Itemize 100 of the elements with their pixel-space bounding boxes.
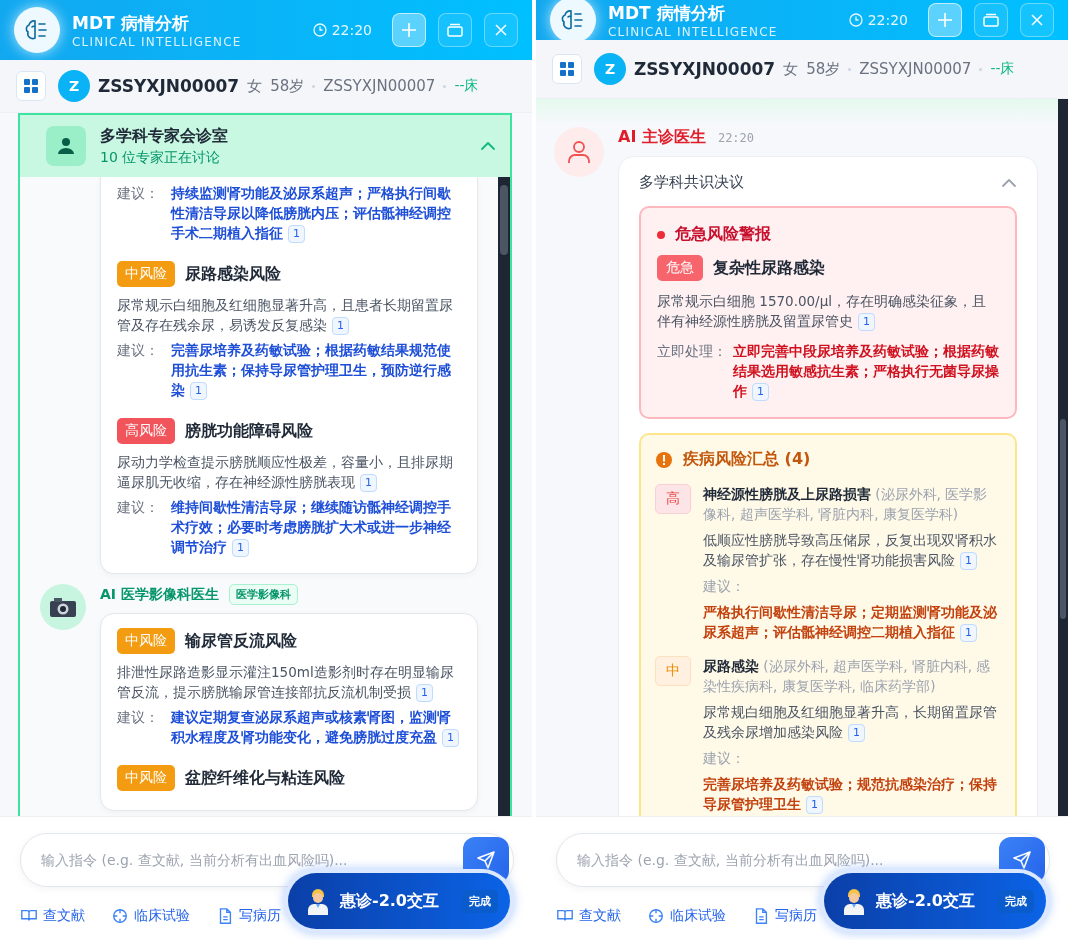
status-tag: 完成 <box>998 889 1034 913</box>
crosshair-icon <box>647 907 665 925</box>
citation-badge[interactable]: 1 <box>806 796 823 814</box>
action-text: 立即完善中段尿培养及药敏试验；根据药敏结果选用敏感抗生素；严格执行无菌导尿操作 1 <box>733 342 999 401</box>
risk-level-tag: 中风险 <box>117 765 175 791</box>
citation-badge[interactable]: 1 <box>190 382 207 400</box>
risk-description: 尿常规示白细胞 1570.00/μl，存在明确感染征象，且伴有神经源性膀胱及留置尿管史 1 <box>657 292 987 331</box>
risk-title: 复杂性尿路感染 <box>713 257 825 279</box>
citation-badge[interactable]: 1 <box>960 552 977 570</box>
patient-gender: 女 <box>247 76 263 96</box>
room-title: 多学科专家会诊室 <box>100 125 229 147</box>
grid-menu-button[interactable] <box>552 54 582 84</box>
risk-level-tag: 中风险 <box>117 261 175 287</box>
citation-badge[interactable]: 1 <box>360 474 377 492</box>
close-icon <box>493 22 509 38</box>
doctor-figure-icon <box>842 887 866 915</box>
advice-label: 建议： <box>117 708 160 727</box>
room-status: 10 位专家正在讨论 <box>100 148 222 167</box>
doctor-name: AI 医学影像科医生 <box>100 585 219 604</box>
tool-link[interactable]: 查文献 <box>20 907 85 925</box>
advice-text: 完善尿培养及药敏试验；规范抗感染治疗；保持导尿管护理卫生 1 <box>703 775 998 814</box>
close-button[interactable] <box>1020 3 1054 37</box>
window-icon <box>982 12 1000 28</box>
clock-icon <box>312 23 327 37</box>
record-number: ZSSYXJN00007 <box>859 60 972 78</box>
advice-text: 持续监测肾功能及泌尿系超声；严格执行间歇性清洁导尿以降低膀胱内压；评估骶神经调控手术二期植入指征 1 <box>171 184 452 243</box>
chevron-up-icon[interactable] <box>1001 177 1017 188</box>
patient-avatar: Z <box>58 70 90 102</box>
risk-title: 膀胱功能障碍风险 <box>185 420 313 442</box>
close-button[interactable] <box>484 13 518 47</box>
patient-avatar: Z <box>594 53 626 85</box>
close-icon <box>1029 12 1045 28</box>
advice-text: 完善尿培养及药敏试验；根据药敏结果规范使用抗生素；保持导尿管护理卫生，预防逆行感染 1 <box>171 341 452 400</box>
camera-icon <box>40 584 86 630</box>
advice-text: 维持间歇性清洁导尿；继续随访骶神经调控手术疗效；必要时考虑膀胱扩大术或进一步神经调节治疗 1 <box>171 498 452 557</box>
risk-title: 盆腔纤维化与粘连风险 <box>185 767 345 789</box>
clock-icon <box>848 13 863 27</box>
summary-title: 疾病风险汇总 (4) <box>683 449 811 470</box>
citation-badge[interactable]: 1 <box>442 729 459 747</box>
advice-text: 建议定期复查泌尿系超声或核素肾图，监测肾积水程度及肾功能变化，避免膀胱过度充盈 1 <box>171 707 463 747</box>
patient-gender: 女 <box>783 59 799 79</box>
risk-description: 排泄性尿路造影显示灌注150ml造影剂时存在明显输尿管反流，提示膀胱输尿管连接部抗反流机制受损 1 <box>117 663 455 702</box>
risk-description: 尿常规白细胞及红细胞显著升高，长期留置尿管及残余尿增加感染风险 1 <box>703 703 998 742</box>
action-label: 立即处理： <box>657 342 727 361</box>
citation-badge[interactable]: 1 <box>752 383 769 401</box>
brain-icon <box>14 7 60 53</box>
advice-label: 建议： <box>703 577 746 596</box>
tool-link[interactable]: 临床试验 <box>647 907 726 925</box>
grid-menu-button[interactable] <box>16 71 46 101</box>
tool-link[interactable]: 写病历 <box>752 907 817 925</box>
risk-level-tag: 中 <box>655 656 691 686</box>
header-time: 22:20 <box>867 12 908 28</box>
window-button[interactable] <box>438 13 472 47</box>
crosshair-icon <box>111 907 129 925</box>
citation-badge[interactable]: 1 <box>332 317 349 335</box>
record-number: ZSSYXJN00007 <box>323 77 436 95</box>
tool-link[interactable]: 写病历 <box>216 907 281 925</box>
section-title: 多学科共识决议 <box>639 173 744 192</box>
chevron-up-icon[interactable] <box>480 141 496 151</box>
citation-badge[interactable]: 1 <box>960 624 977 642</box>
doctor-name: AI 主诊医生 <box>618 127 706 148</box>
window-button[interactable] <box>974 3 1008 37</box>
risk-title: 神经源性膀胱及上尿路损害 (泌尿外科, 医学影像科, 超声医学科, 肾脏内科, 康复医学科) <box>703 485 989 524</box>
risk-description: 尿动力学检查提示膀胱顺应性极差，容量小，且排尿期逼尿肌无收缩，存在神经源性膀胱表现 1 <box>117 453 454 492</box>
app-title: MDT 病情分析 <box>608 1 726 25</box>
user-icon <box>554 127 604 177</box>
add-button[interactable] <box>392 13 426 47</box>
message-time: 22:20 <box>717 131 755 145</box>
citation-badge[interactable]: 1 <box>848 724 865 742</box>
alert-dot-icon <box>657 230 665 239</box>
bed-number: --床 <box>990 60 1015 78</box>
app-title: MDT 病情分析 <box>72 11 190 35</box>
grid-icon <box>23 78 39 94</box>
risk-title: 尿路感染风险 <box>185 263 281 285</box>
bed-number: --床 <box>454 77 479 95</box>
citation-badge[interactable]: 1 <box>232 539 249 557</box>
doctor-figure-icon <box>306 887 330 915</box>
department-tag: 医学影像科 <box>228 584 298 605</box>
tool-link[interactable]: 临床试验 <box>111 907 190 925</box>
critical-tag: 危急 <box>657 255 703 281</box>
send-icon <box>476 850 496 870</box>
citation-badge[interactable]: 1 <box>858 313 875 331</box>
patient-age: 58岁 <box>806 59 841 79</box>
risk-description: 低顺应性膀胱导致高压储尿，反复出现双肾积水及输尿管扩张，存在慢性肾功能损害风险 1 <box>703 531 998 570</box>
citation-badge[interactable]: 1 <box>288 225 305 243</box>
citation-badge[interactable]: 1 <box>416 684 433 702</box>
patient-age: 58岁 <box>270 76 305 96</box>
tool-link[interactable]: 查文献 <box>556 907 621 925</box>
risk-level-tag: 高风险 <box>117 418 175 444</box>
warning-icon <box>655 450 673 469</box>
advice-label: 建议： <box>117 184 160 203</box>
scrollbar[interactable] <box>498 177 510 816</box>
status-tag: 完成 <box>462 889 498 913</box>
add-button[interactable] <box>928 3 962 37</box>
app-subtitle: CLINICAL INTELLIGENCE <box>72 34 243 49</box>
risk-description: 尿常规示白细胞及红细胞显著升高，且患者长期留置尿管及存在残余尿，易诱发反复感染 1 <box>117 296 454 335</box>
risk-level-tag: 中风险 <box>117 628 175 654</box>
scrollbar[interactable] <box>1058 99 1068 816</box>
plus-icon <box>400 21 418 39</box>
plus-icon <box>936 11 954 29</box>
